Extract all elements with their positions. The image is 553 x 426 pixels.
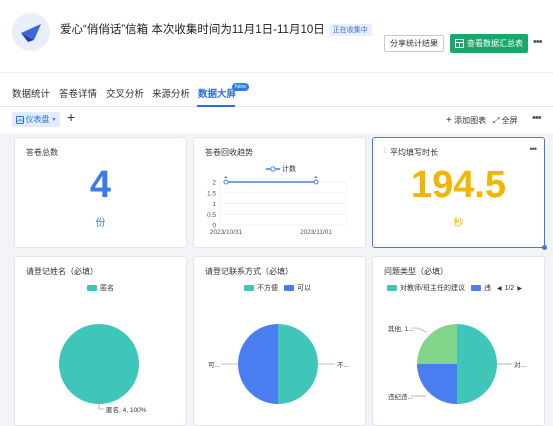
page-header: 爱心“俏俏话”信箱 本次收集时间为11月1日-11月10日 正在收集中 分享统计结… bbox=[0, 0, 553, 72]
fullscreen-label: 全屏 bbox=[501, 116, 518, 125]
q1-pie-chart: 匿名, 4, 100% bbox=[59, 324, 147, 414]
pie-label-line bbox=[98, 404, 104, 410]
toolbar-more-icon[interactable]: ••• bbox=[532, 112, 542, 124]
add-dashboard-icon[interactable]: + bbox=[67, 109, 75, 125]
dashboard-select[interactable]: 仪表盘 ▼ bbox=[12, 112, 60, 127]
tab-response-details[interactable]: 答卷详情 bbox=[59, 86, 97, 100]
x-tick-label: 2023/11/01 bbox=[300, 229, 332, 236]
more-icon[interactable]: ••• bbox=[533, 36, 543, 48]
fullscreen-button[interactable]: ⤢ 全屏 bbox=[493, 115, 518, 126]
pie-slice-anonymous bbox=[59, 324, 139, 404]
avg-duration-card[interactable]: ⁞ 平均填写时长 ••• 194.5 秒 bbox=[372, 137, 547, 250]
pie-label: 匿名, 4, 100% bbox=[106, 405, 147, 414]
view-data-summary-label: 查看数据汇总表 bbox=[467, 39, 523, 48]
tab-data-screen[interactable]: 数据大屏 bbox=[198, 86, 236, 100]
pie-slice-ok bbox=[238, 324, 278, 404]
dashboard-toolbar: 仪表盘 ▼ + + 添加图表 ⤢ 全屏 ••• bbox=[0, 107, 553, 133]
data-label: 2 bbox=[314, 176, 318, 180]
dashboard-select-label: 仪表盘 bbox=[25, 115, 50, 124]
name-question-card[interactable]: 请登记姓名（必填） 匿名 匿名, 4, 100% bbox=[14, 256, 187, 426]
table-icon bbox=[455, 39, 464, 48]
paper-plane-icon bbox=[21, 24, 41, 42]
issue-type-question-card[interactable]: 问题类型（必填） 对教师/班主任的建议 违 ◀ 1/2 ▶ 其他, 1... 违… bbox=[372, 256, 545, 426]
new-badge: New bbox=[232, 83, 250, 91]
resize-handle[interactable] bbox=[542, 245, 547, 250]
contact-question-card[interactable]: 请登记联系方式（必填） 不方便 可以 可... 不... bbox=[193, 256, 366, 426]
q3-pie-chart: 其他, 1... 违纪违... 对... bbox=[388, 324, 526, 404]
tab-cross-analysis[interactable]: 交叉分析 bbox=[106, 86, 144, 100]
data-label: 2 bbox=[224, 176, 228, 180]
survey-title: 爱心“俏俏话”信箱 本次收集时间为11月1日-11月10日 正在收集中 bbox=[60, 21, 372, 37]
view-data-summary-button[interactable]: 查看数据汇总表 bbox=[450, 34, 528, 53]
tab-source-analysis[interactable]: 来源分析 bbox=[152, 86, 190, 100]
total-responses-value: 4 bbox=[89, 164, 112, 206]
pie-label-left: 可... bbox=[208, 361, 220, 369]
y-tick-label: 1.5 bbox=[207, 190, 216, 197]
trend-legend: 计数 bbox=[266, 164, 296, 174]
pie-label-other: 其他, 1... bbox=[388, 324, 414, 333]
x-tick-label: 2023/10/31 bbox=[210, 229, 243, 236]
fullscreen-icon: ⤢ bbox=[493, 116, 500, 125]
q2-pie-chart: 可... 不... bbox=[208, 324, 349, 404]
share-stats-button[interactable]: 分享统计结果 bbox=[384, 35, 444, 52]
plus-icon: + bbox=[446, 115, 452, 126]
data-point bbox=[313, 179, 319, 185]
pie-slice-suggestion bbox=[457, 324, 497, 404]
pie-label-right: 不... bbox=[337, 361, 349, 369]
card-title: 平均填写时长 bbox=[390, 148, 438, 157]
tab-bar: 数据统计 答卷详情 交叉分析 来源分析 数据大屏 bbox=[0, 73, 553, 107]
y-tick-label: 1 bbox=[212, 201, 216, 208]
pie-slice-other bbox=[417, 324, 457, 364]
drag-handle-icon[interactable]: ⁞ bbox=[384, 148, 386, 155]
card-more-icon[interactable]: ••• bbox=[530, 144, 538, 154]
response-trend-card[interactable]: 答卷回收趋势 计数 0 0.5 1 1.5 2 2023/10/31 2023/11/01 2… bbox=[193, 137, 366, 248]
trend-line-chart: 00.511.522023/10/31 2023/11/012 2 bbox=[207, 176, 347, 236]
tab-data-stats[interactable]: 数据统计 bbox=[12, 86, 50, 100]
avg-duration-value: 194.5 bbox=[410, 164, 507, 206]
trend-legend-label: 计数 bbox=[282, 166, 296, 173]
dashboard-icon bbox=[15, 115, 24, 124]
status-badge: 正在收集中 bbox=[328, 24, 372, 36]
pie-slice-violation bbox=[417, 364, 457, 404]
total-responses-card[interactable]: 答卷总数 4 份 bbox=[14, 137, 187, 248]
survey-title-text: 爱心“俏俏话”信箱 本次收集时间为11月1日-11月10日 bbox=[60, 24, 325, 36]
pie-slice-inconvenient bbox=[278, 324, 318, 404]
survey-logo bbox=[12, 13, 50, 51]
y-tick-label: 0.5 bbox=[207, 212, 216, 219]
add-chart-button[interactable]: + 添加图表 bbox=[446, 115, 486, 126]
y-tick-label: 2 bbox=[212, 180, 216, 187]
avg-duration-unit: 秒 bbox=[453, 218, 464, 229]
caret-down-icon: ▼ bbox=[51, 116, 57, 123]
card-title: 答卷回收趋势 bbox=[205, 148, 253, 157]
card-title: 答卷总数 bbox=[26, 148, 58, 157]
add-chart-label: 添加图表 bbox=[454, 116, 487, 125]
pie-label-suggestion: 对... bbox=[514, 360, 526, 369]
legend-line-icon bbox=[266, 166, 280, 172]
pie-label-violation: 违纪违... bbox=[388, 392, 413, 401]
total-responses-unit: 份 bbox=[95, 218, 106, 229]
data-point bbox=[223, 179, 229, 185]
